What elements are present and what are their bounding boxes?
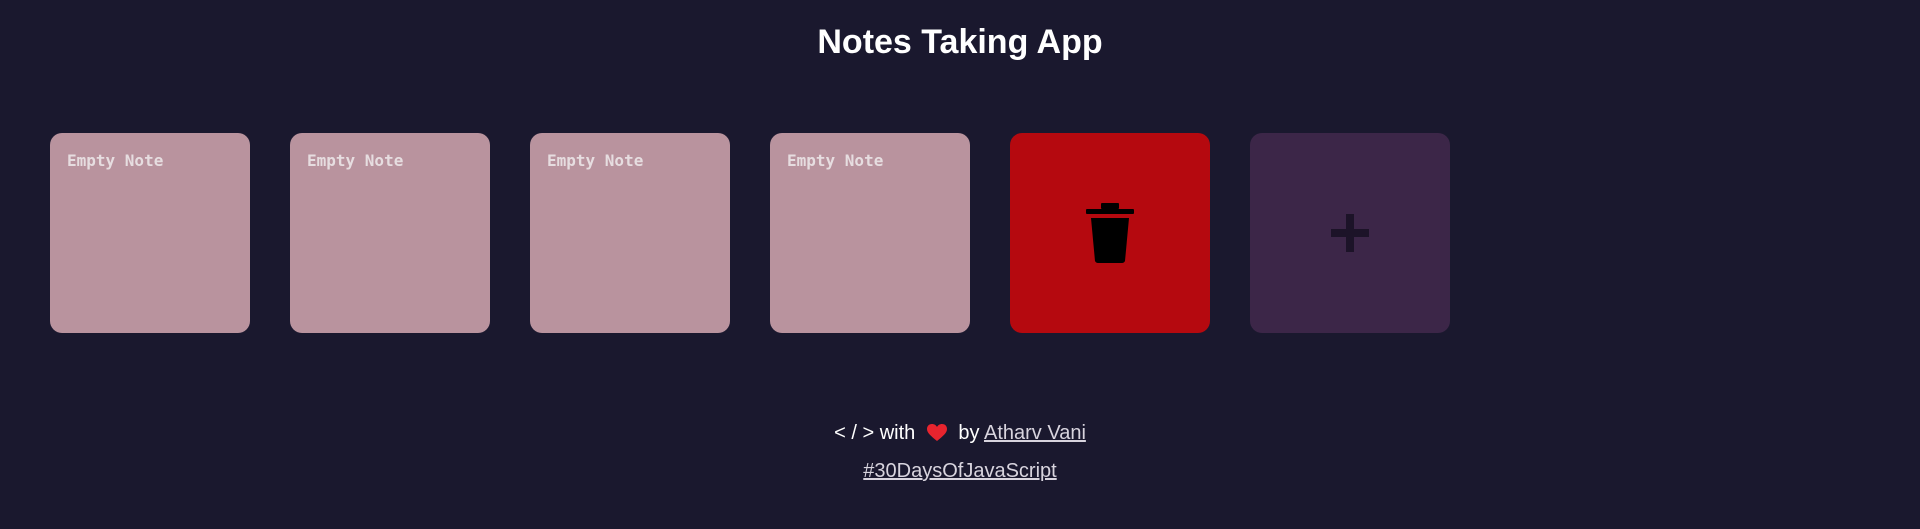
- note-textarea[interactable]: [290, 133, 490, 333]
- note-textarea[interactable]: [50, 133, 250, 333]
- add-note-button[interactable]: [1250, 133, 1450, 333]
- heart-icon: [926, 424, 947, 441]
- footer-credit: < / > with by Atharv Vani: [0, 418, 1920, 448]
- hashtag-link[interactable]: #30DaysOfJavaScript: [863, 460, 1056, 482]
- page-title: Notes Taking App: [817, 23, 1103, 61]
- trash-icon: [1086, 203, 1134, 263]
- notes-row: [50, 133, 1450, 333]
- note-textarea[interactable]: [770, 133, 970, 333]
- delete-notes-button[interactable]: [1010, 133, 1210, 333]
- with-text: with: [879, 422, 916, 444]
- note-textarea[interactable]: [530, 133, 730, 333]
- by-text: by: [958, 422, 980, 444]
- code-symbol: < / >: [834, 422, 875, 444]
- author-link[interactable]: Atharv Vani: [984, 422, 1086, 444]
- plus-icon: [1331, 214, 1369, 252]
- footer: < / > with by Atharv Vani #30DaysOfJavaS…: [0, 418, 1920, 486]
- footer-hashtag: #30DaysOfJavaScript: [0, 456, 1920, 486]
